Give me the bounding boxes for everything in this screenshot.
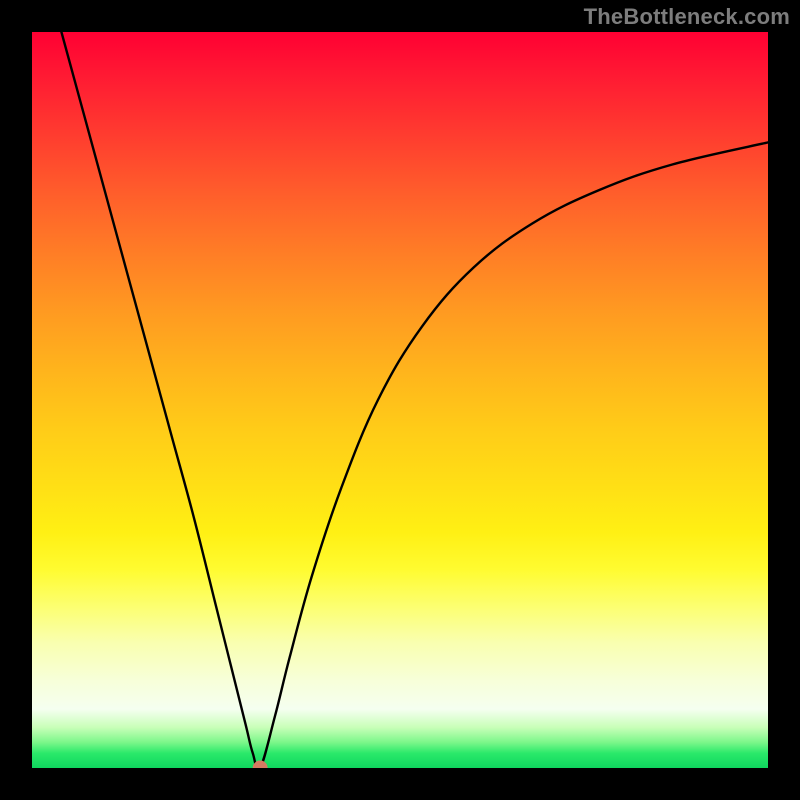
bottleneck-curve <box>61 32 768 768</box>
chart-container: TheBottleneck.com <box>0 0 800 800</box>
curve-svg <box>32 32 768 768</box>
watermark-text: TheBottleneck.com <box>584 4 790 30</box>
plot-area <box>32 32 768 768</box>
